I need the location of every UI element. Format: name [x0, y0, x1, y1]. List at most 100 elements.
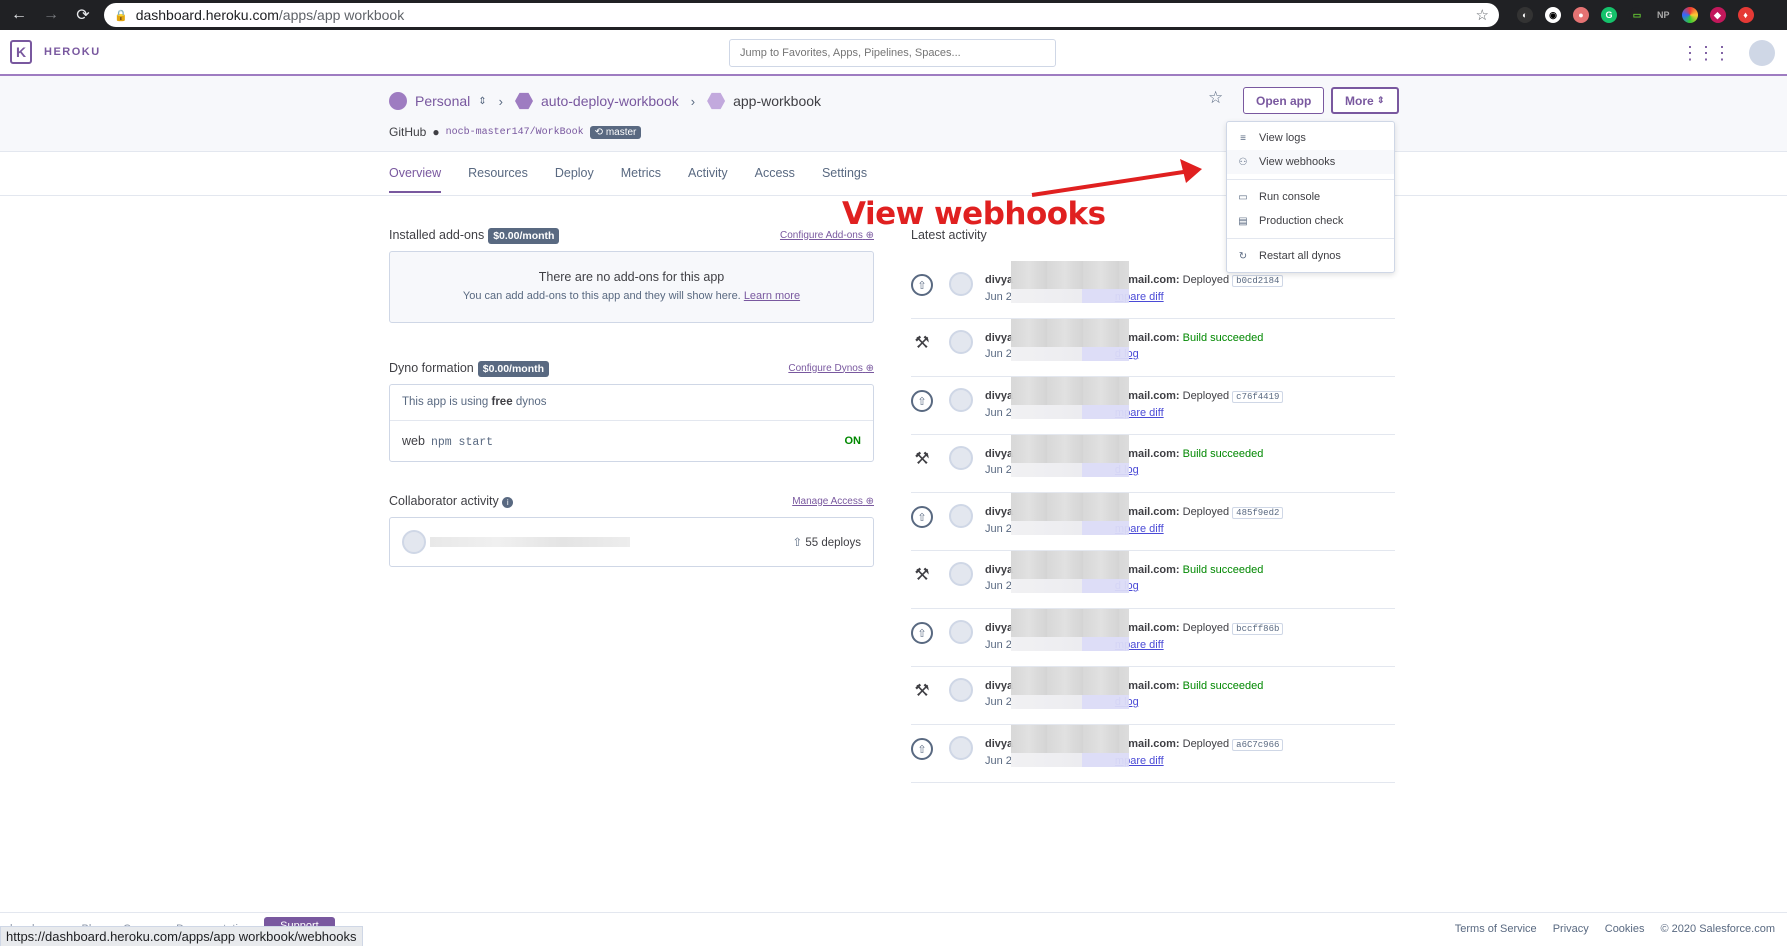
activity-date: Jun 2	[985, 580, 1012, 592]
addons-empty-text: You can add add-ons to this app and they…	[462, 290, 801, 302]
github-label: GitHub	[389, 125, 427, 139]
activity-date: Jun 2	[985, 291, 1012, 303]
heroku-logo[interactable]: K HEROKU	[10, 40, 101, 64]
heroku-logo-icon: K	[10, 40, 32, 64]
github-repo-link[interactable]: nocb-master147/WorkBook	[446, 127, 584, 138]
grammarly-icon[interactable]: G	[1601, 7, 1617, 23]
extension-icon[interactable]	[1681, 7, 1698, 23]
favorite-star-icon[interactable]: ☆	[1208, 88, 1223, 108]
arrow-circle-icon: ⊕	[865, 362, 874, 374]
deploy-upload-icon: ⇧	[911, 390, 933, 412]
footer-links: Terms of Service Privacy Cookies © 2020 …	[1455, 923, 1775, 935]
activity-status: Deployed	[1182, 506, 1230, 518]
deploy-upload-icon: ⇧	[911, 738, 933, 760]
activity-item: ⚒divya mail.com: Build succeeded Jun 2d …	[911, 551, 1395, 609]
menu-divider	[1227, 238, 1394, 239]
extension-icon[interactable]: ◐	[1517, 7, 1533, 23]
tab-deploy[interactable]: Deploy	[555, 166, 594, 193]
activity-item: ⚒divya mail.com: Build succeeded Jun 2d …	[911, 435, 1395, 493]
search-input[interactable]	[729, 39, 1056, 67]
build-hammer-icon: ⚒	[914, 449, 930, 468]
cookies-link[interactable]: Cookies	[1605, 923, 1645, 935]
collaborators-header: Collaborator activity i Manage Access ⊕	[389, 494, 874, 508]
activity-date: Jun 2	[985, 407, 1012, 419]
activity-status: Build succeeded	[1182, 448, 1264, 460]
avatar	[949, 446, 973, 470]
app-tabs: Overview Resources Deploy Metrics Activi…	[0, 152, 1787, 196]
activity-email-tail: mail.com:	[1128, 390, 1180, 402]
activity-item: ⇧ divya mail.com: Deployed a6C7c966 Jun 2m…	[911, 725, 1395, 783]
tab-activity[interactable]: Activity	[688, 166, 728, 193]
addons-price-badge: $0.00/month	[488, 228, 560, 244]
chevron-right-icon: ›	[498, 93, 503, 109]
dynos-title: Dyno formation	[389, 361, 474, 375]
extension-icon[interactable]: ▭	[1629, 7, 1645, 23]
activity-status: Build succeeded	[1182, 332, 1264, 344]
pixelated-redaction	[1011, 725, 1129, 767]
build-hammer-icon: ⚒	[914, 681, 930, 700]
back-icon[interactable]: ←	[8, 6, 30, 24]
tab-overview[interactable]: Overview	[389, 166, 442, 193]
avatar	[949, 678, 973, 702]
pixelated-redaction	[1011, 377, 1129, 419]
commit-sha: c76f4419	[1232, 391, 1284, 403]
breadcrumb-pipeline[interactable]: auto-deploy-workbook	[541, 93, 679, 109]
activity-user: divya	[985, 274, 1014, 286]
tab-resources[interactable]: Resources	[468, 166, 528, 193]
commit-sha: 485f9ed2	[1232, 507, 1284, 519]
github-icon: ●	[432, 125, 440, 139]
activity-user: divya	[985, 332, 1014, 344]
learn-more-link[interactable]: Learn more	[744, 290, 800, 302]
pixelated-redaction	[1011, 609, 1129, 651]
menu-item-view-logs[interactable]: ≡ View logs	[1227, 126, 1394, 150]
info-icon[interactable]: i	[502, 497, 514, 508]
activity-status: Deployed	[1182, 390, 1230, 402]
configure-dynos-link[interactable]: Configure Dynos ⊕	[788, 363, 874, 374]
switcher-icon[interactable]: ⇕	[478, 96, 486, 107]
overview-left-column: Installed add-ons $0.00/month Configure A…	[389, 228, 874, 567]
extension-icon[interactable]: ◉	[1545, 7, 1561, 23]
checklist-icon: ▤	[1238, 215, 1248, 227]
chevron-up-down-icon: ⇕	[1377, 95, 1385, 105]
tab-settings[interactable]: Settings	[822, 166, 867, 193]
avatar[interactable]	[1749, 40, 1775, 66]
tab-metrics[interactable]: Metrics	[621, 166, 661, 193]
addons-title: Installed add-ons	[389, 228, 485, 242]
extension-icon[interactable]: ●	[1573, 7, 1589, 23]
tab-access[interactable]: Access	[755, 166, 795, 193]
menu-item-restart-dynos[interactable]: ↻ Restart all dynos	[1227, 244, 1394, 268]
activity-status: Deployed	[1182, 274, 1230, 286]
chevron-right-icon: ›	[690, 93, 696, 109]
addons-empty-state: There are no add-ons for this app You ca…	[389, 251, 874, 323]
menu-item-view-webhooks[interactable]: ⚇ View webhooks	[1227, 150, 1394, 174]
deploys-count: ⇧ 55 deploys	[792, 537, 861, 549]
extension-icon[interactable]: ♦	[1737, 7, 1754, 23]
activity-date: Jun 2	[985, 523, 1012, 535]
activity-email-tail: mail.com:	[1128, 274, 1180, 286]
open-app-button[interactable]: Open app	[1243, 87, 1325, 114]
avatar	[949, 330, 973, 354]
np-extension-icon[interactable]: NP	[1657, 7, 1670, 23]
more-button[interactable]: More ⇕	[1331, 87, 1399, 114]
dyno-state-badge: ON	[844, 435, 862, 447]
menu-item-run-console[interactable]: ▭ Run console	[1227, 185, 1394, 209]
avatar	[949, 736, 973, 760]
breadcrumb-team[interactable]: Personal	[415, 93, 470, 109]
address-bar[interactable]: 🔒 dashboard.heroku.com/apps/app workbook…	[104, 3, 1499, 27]
privacy-link[interactable]: Privacy	[1553, 923, 1589, 935]
apps-grid-icon[interactable]: ⋮⋮⋮	[1681, 43, 1731, 64]
terms-link[interactable]: Terms of Service	[1455, 923, 1537, 935]
activity-date: Jun 2	[985, 696, 1012, 708]
extension-icon[interactable]: ◆	[1709, 7, 1726, 23]
breadcrumb-app: app-workbook	[733, 93, 822, 109]
activity-item: ⇧ divya mail.com: Deployed 485f9ed2 Jun 2m…	[911, 493, 1395, 551]
bookmark-star-icon[interactable]: ☆	[1476, 6, 1489, 24]
avatar	[949, 388, 973, 412]
pixelated-redaction	[1011, 319, 1129, 361]
reload-icon[interactable]: ⟳	[72, 5, 94, 25]
dyno-process-row[interactable]: web npm start ON	[390, 421, 873, 461]
forward-icon[interactable]: →	[40, 6, 62, 24]
activity-status: Build succeeded	[1182, 680, 1264, 692]
menu-item-production-check[interactable]: ▤ Production check	[1227, 209, 1394, 233]
manage-access-link[interactable]: Manage Access ⊕	[792, 496, 874, 507]
